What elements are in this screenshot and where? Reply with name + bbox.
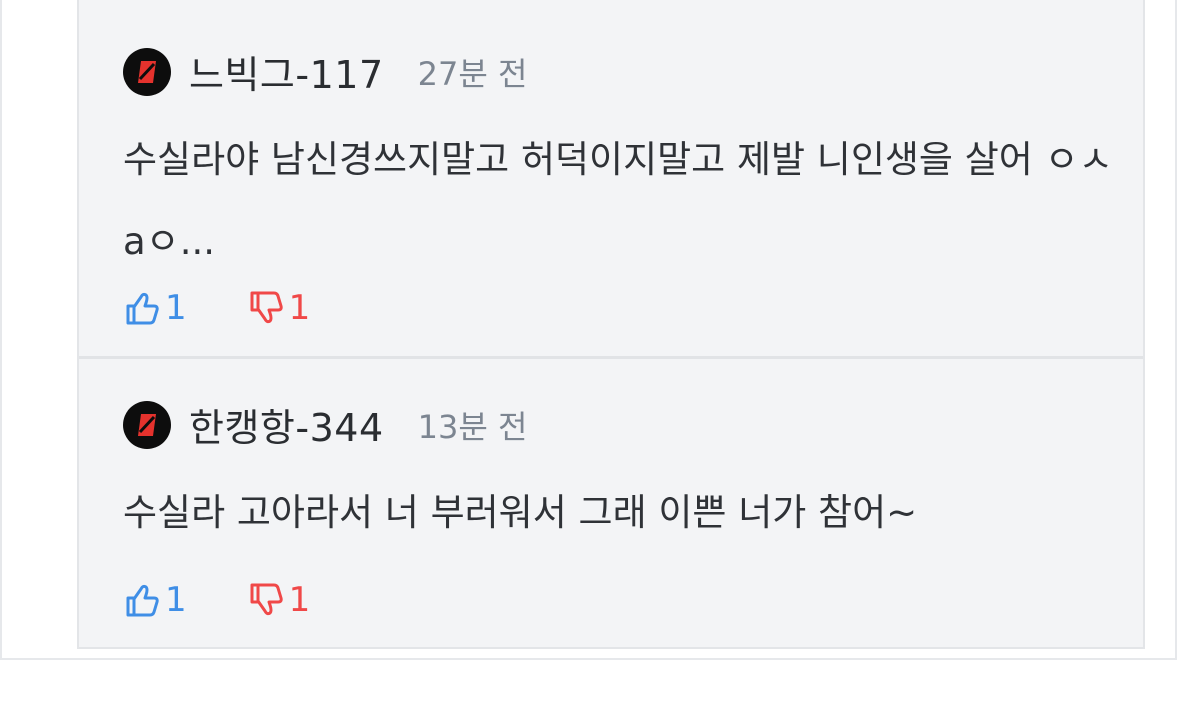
- thumbs-down-icon: [250, 291, 283, 324]
- thumbs-up-icon: [126, 292, 159, 325]
- comment-actions: 1 1: [123, 288, 310, 328]
- avatar-logo-icon: [138, 413, 156, 436]
- comment-timestamp: 27분 전: [417, 54, 528, 93]
- comment-username[interactable]: 한캥항-344: [189, 397, 384, 452]
- comment-actions: 1 1: [123, 580, 310, 620]
- dislike-button[interactable]: 1: [247, 580, 311, 620]
- comment-timestamp: 13분 전: [417, 407, 528, 446]
- avatar[interactable]: [123, 400, 171, 449]
- comment-header: 느빅그-117 27분 전: [123, 44, 527, 99]
- comment-text: 수실라 고아라서 너 부러워서 그래 이쁜 너가 참어~: [123, 491, 918, 534]
- avatar-logo-icon: [138, 60, 156, 83]
- dislike-count: 1: [288, 580, 311, 620]
- thumbs-down-icon: [250, 583, 283, 616]
- comment-header: 한캥항-344 13분 전: [123, 397, 527, 452]
- comment-text: 수실라야 남신경쓰지말고 허덕이지말고 제발 니인생을 살어 ㅇㅅaㅇ...: [123, 138, 1113, 263]
- dislike-count: 1: [288, 288, 311, 328]
- like-button[interactable]: 1: [123, 580, 187, 620]
- like-count: 1: [165, 580, 187, 620]
- comment-username[interactable]: 느빅그-117: [189, 44, 384, 99]
- like-count: 1: [165, 288, 187, 328]
- dislike-button[interactable]: 1: [247, 288, 311, 328]
- thumbs-up-icon: [126, 584, 159, 617]
- avatar[interactable]: [123, 47, 171, 96]
- like-button[interactable]: 1: [123, 288, 187, 328]
